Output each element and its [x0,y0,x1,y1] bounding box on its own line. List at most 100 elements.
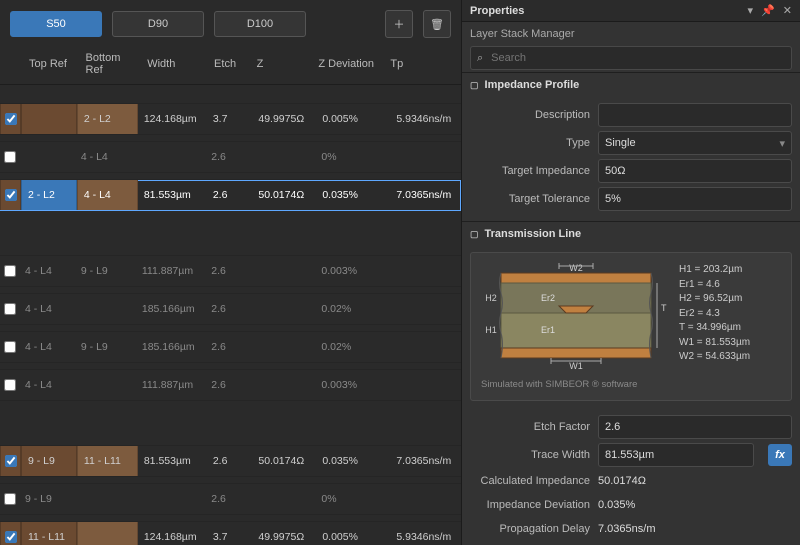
delete-profile-button[interactable]: 🗑 [423,10,451,38]
header-bottom-ref[interactable]: Bottom Ref [82,48,144,80]
table-row[interactable]: 2 - L24 - L481.553µm2.650.0174Ω0.035%7.0… [0,180,461,211]
cell-bot [75,484,136,514]
row-checkbox[interactable] [5,531,17,543]
row-checkbox[interactable] [5,189,17,201]
table-row[interactable]: 4 - L4111.887µm2.60.003% [0,370,461,401]
cell-e: 2.6 [205,370,251,400]
cell-z: 49.9975Ω [252,522,316,545]
tline-value: 50.0174Ω [598,471,792,491]
cell-w: 111.887µm [136,256,205,286]
tline-label: Impedance Deviation [470,499,590,511]
cell-top: 9 - L9 [19,484,75,514]
tline-label: Etch Factor [470,421,590,433]
cell-bot: 4 - L4 [75,142,136,172]
cell-zd: 0.005% [316,104,390,134]
panel-title: Properties [470,5,524,17]
grid-body: 2 - L2124.168µm3.749.9975Ω0.005%5.9346ns… [0,85,461,545]
row-checkbox[interactable] [5,455,17,467]
panel-close-icon[interactable]: ✕ [783,4,792,17]
row-checkbox[interactable] [4,265,16,277]
svg-text:H2: H2 [485,293,497,303]
cell-tp: 5.9346ns/m [390,104,461,134]
profile-input[interactable]: 5% [598,187,792,211]
cell-z [251,484,315,514]
cell-e: 2.6 [207,180,253,210]
cell-tp [390,484,461,514]
cell-bot [75,294,136,324]
tline-value: 0.035% [598,495,792,515]
profile-label: Description [470,109,590,121]
fx-button[interactable]: fx [768,444,792,466]
cell-zd: 0% [315,142,389,172]
table-row[interactable]: 2 - L2124.168µm3.749.9975Ω0.005%5.9346ns… [0,104,461,135]
cell-z [251,294,315,324]
header-z[interactable]: Z [253,54,315,74]
properties-panel: Properties ▾ 📌 ✕ Layer Stack Manager ⌕ ▢… [461,0,800,545]
cell-zd: 0.02% [315,332,389,362]
cell-e: 3.7 [207,104,253,134]
cell-w: 185.166µm [136,332,205,362]
cell-zd: 0.035% [316,180,390,210]
cell-w: 124.168µm [138,104,207,134]
cell-top [19,142,75,172]
table-row[interactable]: 4 - L49 - L9185.166µm2.60.02% [0,332,461,363]
header-tp[interactable]: Tp [386,54,455,74]
svg-text:H1: H1 [485,325,497,335]
header-z-deviation[interactable]: Z Deviation [314,54,386,74]
add-profile-button[interactable]: ＋ [385,10,413,38]
row-checkbox[interactable] [4,493,16,505]
cell-z [251,370,315,400]
svg-text:T: T [661,303,667,313]
simulator-note: Simulated with SIMBEOR ® software [481,379,781,390]
transmission-line-diagram: W2 W1 H2 H1 Er2 Er1 T H1 = 203.2µmEr1 = … [470,252,792,401]
row-checkbox[interactable] [5,113,17,125]
row-checkbox[interactable] [4,151,16,163]
cell-top: 11 - L11 [21,522,77,545]
cell-w: 111.887µm [136,370,205,400]
tab-d100[interactable]: D100 [214,11,306,37]
header-etch[interactable]: Etch [210,54,253,74]
tab-s50[interactable]: S50 [10,11,102,37]
section-impedance-profile[interactable]: ▢Impedance Profile [462,72,800,97]
row-checkbox[interactable] [4,341,16,353]
cell-tp: 5.9346ns/m [390,522,461,545]
search-input[interactable] [489,51,785,65]
panel-subtitle: Layer Stack Manager [470,28,792,40]
profile-select[interactable]: Single▾ [598,131,792,155]
search-icon: ⌕ [477,52,483,65]
table-row[interactable]: 4 - L4185.166µm2.60.02% [0,294,461,325]
row-checkbox[interactable] [4,379,16,391]
profile-label: Target Impedance [470,165,590,177]
svg-text:W1: W1 [569,361,583,371]
cell-z [251,332,315,362]
table-row[interactable]: 9 - L92.60% [0,484,461,515]
search-box[interactable]: ⌕ [470,46,792,70]
tline-input[interactable]: 2.6 [598,415,792,439]
cell-e: 2.6 [205,142,251,172]
section-transmission-line[interactable]: ▢Transmission Line [462,221,800,246]
cell-tp [390,370,461,400]
table-row[interactable]: 11 - L11124.168µm3.749.9975Ω0.005%5.9346… [0,522,461,545]
legend-item: Er1 = 4.6 [679,278,781,293]
cell-top: 4 - L4 [19,294,75,324]
diagram-legend: H1 = 203.2µmEr1 = 4.6H2 = 96.52µmEr2 = 4… [679,263,781,373]
table-row[interactable]: 4 - L4 2.6 0% [0,142,461,173]
cell-zd: 0.003% [315,256,389,286]
panel-pin-icon[interactable]: 📌 [761,4,775,17]
cell-bot: 2 - L2 [77,104,138,134]
cell-tp [390,332,461,362]
header-top-ref[interactable]: Top Ref [25,54,81,74]
row-checkbox[interactable] [4,303,16,315]
cell-zd: 0.003% [315,370,389,400]
tline-input[interactable]: 81.553µm [598,443,754,467]
header-width[interactable]: Width [143,54,210,74]
profile-input[interactable] [598,103,792,127]
table-row[interactable]: 4 - L49 - L9111.887µm2.60.003% [0,256,461,287]
tab-d90[interactable]: D90 [112,11,204,37]
legend-item: H1 = 203.2µm [679,263,781,278]
cell-tp: 7.0365ns/m [390,446,461,476]
panel-dropdown-icon[interactable]: ▾ [748,4,754,17]
profile-input[interactable]: 50Ω [598,159,792,183]
cell-w [136,484,205,514]
table-row[interactable]: 9 - L911 - L1181.553µm2.650.0174Ω0.035%7… [0,446,461,477]
